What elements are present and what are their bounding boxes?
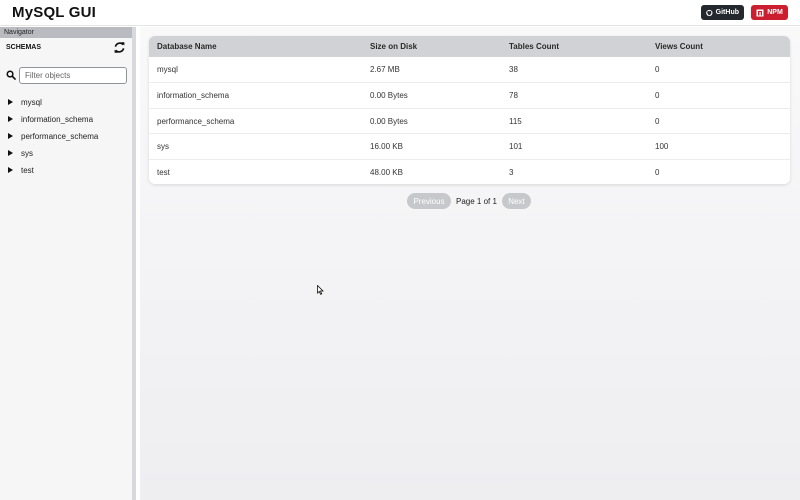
cell-tables-count: 38 <box>509 65 518 74</box>
expand-arrow-icon[interactable] <box>8 116 13 122</box>
app-title: MySQL GUI <box>12 4 97 21</box>
npm-label: NPM <box>767 9 783 16</box>
app-header: MySQL GUI GitHub NPM <box>0 0 800 26</box>
column-header-tables-count[interactable]: Tables Count <box>509 42 559 51</box>
cell-size: 16.00 KB <box>370 142 403 152</box>
schema-label: information_schema <box>21 115 94 124</box>
cell-database-name: information_schema <box>157 91 230 101</box>
main-content: Database Name Size on Disk Tables Count … <box>140 27 800 500</box>
schema-item-sys[interactable]: sys <box>0 146 132 163</box>
table-body: mysql 2.67 MB 38 0 information_schema 0.… <box>149 57 790 184</box>
schema-label: test <box>21 166 34 175</box>
cell-size: 0.00 Bytes <box>370 116 408 126</box>
npm-icon <box>756 9 764 16</box>
schema-label: performance_schema <box>21 132 99 141</box>
cell-views-count: 0 <box>655 167 660 177</box>
mouse-cursor-icon <box>317 285 324 295</box>
cell-views-count: 100 <box>655 142 669 152</box>
column-header-views-count[interactable]: Views Count <box>655 42 703 51</box>
search-icon <box>6 70 16 80</box>
schema-item-performance-schema[interactable]: performance_schema <box>0 129 132 146</box>
schema-label: mysql <box>21 98 42 107</box>
schemas-label: SCHEMAS <box>6 44 42 51</box>
cell-database-name: sys <box>157 142 169 152</box>
table-row[interactable]: performance_schema 0.00 Bytes 115 0 <box>149 107 790 133</box>
navigator-title: Navigator <box>0 27 132 38</box>
schema-item-mysql[interactable]: mysql <box>0 95 132 112</box>
pagination: Previous Page 1 of 1 Next <box>407 193 531 209</box>
expand-arrow-icon[interactable] <box>8 133 13 139</box>
table-row[interactable]: information_schema 0.00 Bytes 78 0 <box>149 82 790 107</box>
cell-size: 2.67 MB <box>370 65 400 74</box>
previous-page-button[interactable]: Previous <box>407 193 451 209</box>
cell-database-name: mysql <box>157 65 178 74</box>
cell-views-count: 0 <box>655 65 660 74</box>
github-icon <box>706 9 713 16</box>
cell-size: 0.00 Bytes <box>370 91 408 101</box>
column-header-database-name[interactable]: Database Name <box>157 42 217 51</box>
next-page-button[interactable]: Next <box>501 193 531 209</box>
schemas-header: SCHEMAS <box>0 38 132 60</box>
npm-button[interactable]: NPM <box>751 5 788 20</box>
schema-item-test[interactable]: test <box>0 163 132 180</box>
expand-arrow-icon[interactable] <box>8 99 13 105</box>
table-row[interactable]: test 48.00 KB 3 0 <box>149 158 790 184</box>
cell-tables-count: 78 <box>509 91 518 101</box>
schema-label: sys <box>21 149 33 158</box>
schema-item-information-schema[interactable]: information_schema <box>0 112 132 129</box>
cell-database-name: test <box>157 167 170 177</box>
cell-tables-count: 101 <box>509 142 523 152</box>
table-header: Database Name Size on Disk Tables Count … <box>149 36 790 57</box>
github-label: GitHub <box>715 9 739 16</box>
filter-objects-input[interactable] <box>19 67 127 84</box>
cell-size: 48.00 KB <box>370 167 403 177</box>
github-button[interactable]: GitHub <box>701 5 744 20</box>
column-header-size-on-disk[interactable]: Size on Disk <box>370 42 417 51</box>
refresh-icon[interactable] <box>113 41 126 54</box>
cell-database-name: performance_schema <box>157 116 235 126</box>
table-row[interactable]: sys 16.00 KB 101 100 <box>149 133 790 158</box>
table-row[interactable]: mysql 2.67 MB 38 0 <box>149 57 790 82</box>
expand-arrow-icon[interactable] <box>8 167 13 173</box>
schema-tree: mysql information_schema performance_sch… <box>0 95 132 180</box>
page-indicator: Page 1 of 1 <box>456 196 497 206</box>
navigator-sidebar: Navigator SCHEMAS mysql information_sche… <box>0 27 136 500</box>
cell-views-count: 0 <box>655 91 660 101</box>
cell-tables-count: 3 <box>509 167 514 177</box>
databases-table: Database Name Size on Disk Tables Count … <box>149 36 790 184</box>
expand-arrow-icon[interactable] <box>8 150 13 156</box>
cell-tables-count: 115 <box>509 116 522 126</box>
cell-views-count: 0 <box>655 116 660 126</box>
